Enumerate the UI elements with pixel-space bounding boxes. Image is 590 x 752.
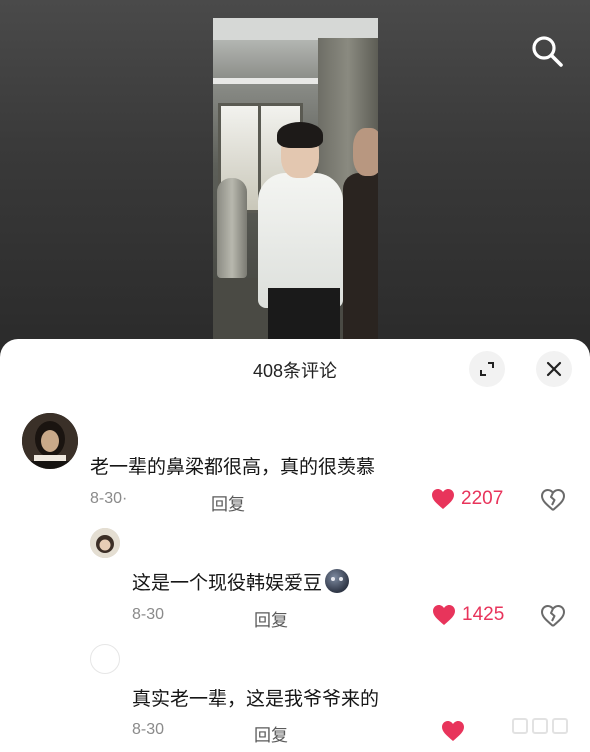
broken-heart-icon	[541, 605, 565, 627]
comment-date: 8-30·	[90, 490, 128, 507]
video-player[interactable]	[0, 0, 590, 360]
avatar-image	[90, 528, 120, 558]
close-button[interactable]	[536, 351, 572, 387]
avatar[interactable]	[22, 413, 78, 469]
comment-date: 8-30	[132, 606, 165, 623]
like-count: 2207	[461, 488, 504, 509]
comment-date: 8-30	[132, 721, 165, 738]
dislike-button[interactable]	[540, 488, 566, 512]
like-button[interactable]: 1425	[432, 604, 504, 626]
video-frame	[213, 18, 378, 348]
avatar[interactable]	[90, 528, 120, 558]
comment-text: 这是一个现役韩娱爱豆	[132, 568, 350, 595]
comment-text: 真实老一辈，这是我爷爷来的	[132, 688, 380, 710]
like-count: 1425	[462, 604, 505, 625]
comment-text-content: 这是一个现役韩娱爱豆	[132, 572, 323, 594]
like-button[interactable]: 2207	[431, 488, 503, 510]
avatar[interactable]	[90, 644, 120, 674]
comment-text: 老一辈的鼻梁都很高，真的很羡慕	[90, 456, 376, 478]
expand-icon	[480, 362, 494, 376]
search-icon	[532, 36, 563, 67]
heart-icon	[442, 721, 464, 741]
dislike-button[interactable]	[540, 604, 566, 628]
reply-button[interactable]: 回复	[254, 721, 288, 746]
close-icon	[546, 361, 562, 377]
heart-icon	[433, 605, 455, 625]
broken-heart-icon	[541, 489, 565, 511]
emoji-face-icon	[325, 569, 350, 593]
portrait-avatar-image	[22, 413, 78, 469]
watermark	[512, 718, 582, 742]
search-button[interactable]	[527, 31, 567, 71]
expand-button[interactable]	[469, 351, 505, 387]
reply-button[interactable]: 回复	[254, 606, 288, 631]
heart-icon	[432, 489, 454, 509]
reply-button[interactable]: 回复	[211, 490, 245, 515]
like-button[interactable]	[441, 720, 471, 742]
